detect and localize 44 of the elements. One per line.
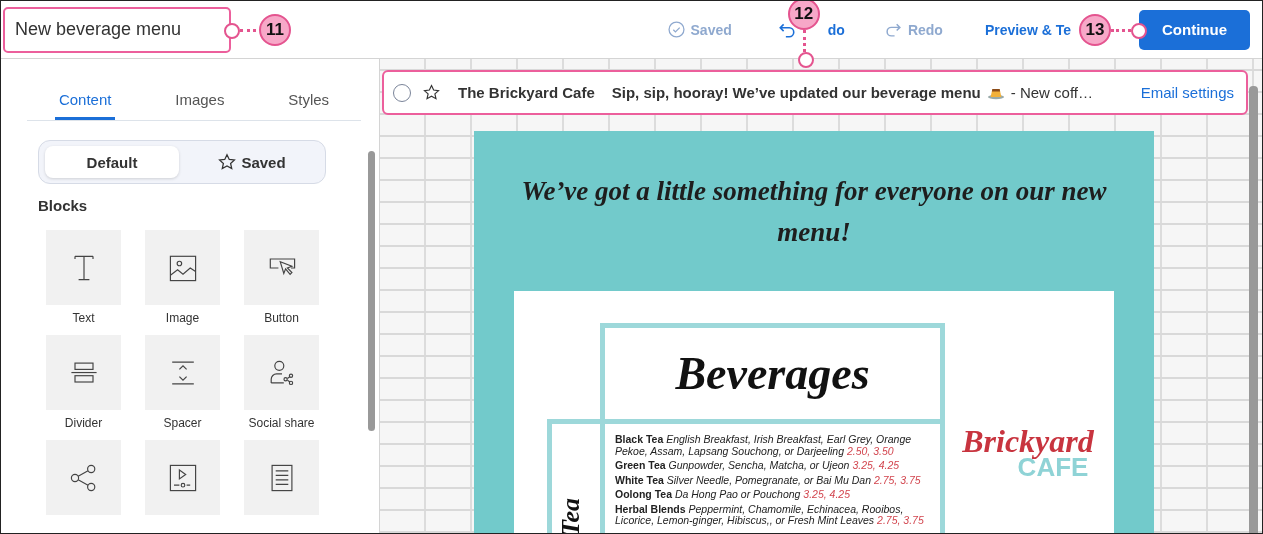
panel-tab[interactable]: Images (171, 85, 229, 120)
redo-icon (884, 21, 902, 38)
email-settings-link[interactable]: Email settings (1140, 84, 1234, 101)
section-heading: Blocks (38, 197, 89, 214)
title-field[interactable]: New beverage menu (3, 6, 231, 53)
cafe-logo: Brickyard CAFE (961, 422, 1095, 484)
scrollbar[interactable] (368, 151, 375, 431)
undo-button[interactable]: do (827, 17, 851, 42)
block-tile[interactable] (145, 230, 220, 305)
leader-line (240, 28, 256, 32)
continue-button[interactable]: Continue (1139, 9, 1250, 50)
block-label: Social share (248, 416, 315, 430)
callout-number: 11 (259, 13, 291, 46)
email-preview: - New coff… (1010, 84, 1093, 101)
check-circle-icon (667, 21, 685, 38)
panel-tab[interactable]: Content (54, 85, 116, 120)
email-headline: We’ve got a little something for everyone on our new menu! (520, 175, 1108, 249)
block-label: Text (72, 311, 95, 325)
preview-link[interactable]: Preview & Te (978, 17, 1071, 42)
menu-title: Beverages (600, 323, 945, 419)
segment-option[interactable]: Saved (185, 146, 319, 178)
star-icon (218, 153, 237, 171)
block-tile[interactable] (244, 440, 319, 515)
block-label: Divider (64, 416, 103, 430)
callout-marker (797, 51, 814, 68)
block-tile[interactable] (46, 230, 121, 305)
block-label: Spacer (163, 416, 202, 430)
block-label: Image (165, 311, 200, 325)
callout-number: 13 (1079, 13, 1111, 46)
email-subject: Sip, sip, hooray! We’ve updated our beverage menu (611, 84, 981, 101)
callout-marker (1131, 22, 1147, 39)
segment-option[interactable]: Default (45, 146, 179, 178)
star-icon[interactable] (423, 84, 440, 101)
block-tile[interactable] (145, 335, 220, 410)
scrollbar[interactable] (1249, 86, 1258, 533)
block-tile[interactable] (46, 440, 121, 515)
panel-tab[interactable]: Styles (284, 85, 334, 120)
block-tile[interactable] (244, 230, 319, 305)
block-tile[interactable] (46, 335, 121, 410)
block-tile[interactable] (244, 335, 319, 410)
sender-name: The Brickyard Cafe (458, 84, 595, 101)
block-label: Button (264, 311, 299, 325)
callout-number: 12 (787, 1, 820, 30)
block-tile[interactable] (145, 440, 220, 515)
